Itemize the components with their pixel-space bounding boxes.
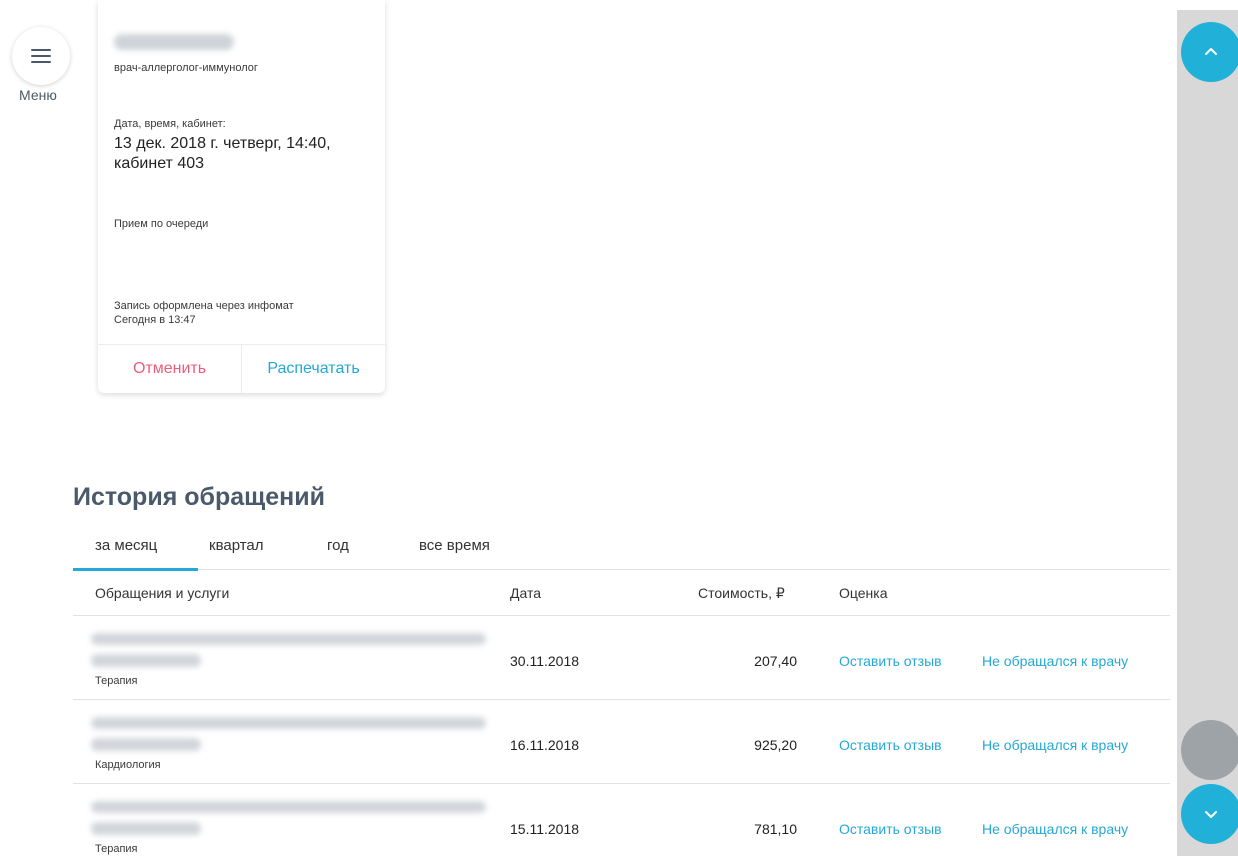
column-cost: Стоимость, ₽ [698, 585, 785, 601]
queue-text: Прием по очереди [114, 218, 209, 230]
booking-info: Запись оформлена через инфомат Сегодня в… [114, 299, 294, 327]
row-category: Терапия [95, 843, 138, 855]
leave-review-link[interactable]: Оставить отзыв [839, 653, 942, 669]
leave-review-link[interactable]: Оставить отзыв [839, 821, 942, 837]
table-header: Обращения и услуги Дата Стоимость, ₽ Оце… [73, 571, 1170, 616]
tab-month[interactable]: за месяц [73, 531, 198, 571]
history-title: История обращений [73, 483, 325, 511]
column-rating: Оценка [839, 585, 888, 601]
column-date: Дата [510, 585, 542, 601]
scroll-thumb[interactable] [1181, 720, 1238, 780]
row-cost: 925,20 [754, 737, 797, 753]
datetime-value: 13 дек. 2018 г. четверг, 14:40, кабинет … [114, 135, 331, 172]
chevron-down-icon [1205, 811, 1217, 818]
booked-time: Сегодня в 13:47 [114, 314, 196, 326]
row-cost: 207,40 [754, 653, 797, 669]
table-row: Кардиология 16.11.2018 925,20 Оставить о… [73, 700, 1170, 784]
scroll-down-button[interactable] [1181, 784, 1238, 844]
row-category: Кардиология [95, 759, 161, 771]
row-date: 30.11.2018 [510, 653, 580, 669]
table-row: Терапия 30.11.2018 207,40 Оставить отзыв… [73, 616, 1170, 700]
chevron-up-icon [1205, 48, 1217, 55]
row-date: 15.11.2018 [510, 821, 580, 837]
datetime-label: Дата, время, кабинет: [114, 118, 226, 130]
menu-label: Меню [19, 87, 57, 103]
column-services: Обращения и услуги [95, 585, 230, 601]
service-name-redacted [91, 717, 486, 729]
tab-year[interactable]: год [327, 531, 349, 570]
service-name-redacted [91, 801, 486, 813]
service-name-redacted [91, 633, 486, 645]
not-visited-link[interactable]: Не обращался к врачу [982, 653, 1128, 669]
appointment-card: врач-аллерголог-иммунолог Дата, время, к… [98, 0, 385, 393]
row-cost: 781,10 [754, 821, 797, 837]
table-row: Терапия 15.11.2018 781,10 Оставить отзыв… [73, 784, 1170, 856]
not-visited-link[interactable]: Не обращался к врачу [982, 737, 1128, 753]
row-date: 16.11.2018 [510, 737, 580, 753]
history-tabs: за месяц квартал год все время [73, 531, 1170, 571]
hamburger-icon [31, 49, 51, 63]
tab-all-time[interactable]: все время [419, 531, 490, 570]
doctor-name-redacted [91, 654, 201, 667]
menu-button[interactable] [12, 27, 70, 85]
leave-review-link[interactable]: Оставить отзыв [839, 737, 942, 753]
scroll-up-button[interactable] [1181, 22, 1238, 82]
booked-via: Запись оформлена через инфомат [114, 300, 294, 312]
doctor-name-redacted [114, 34, 234, 50]
row-category: Терапия [95, 675, 138, 687]
doctor-specialty: врач-аллерголог-иммунолог [114, 62, 258, 74]
doctor-name-redacted [91, 738, 201, 751]
doctor-name-redacted [91, 822, 201, 835]
not-visited-link[interactable]: Не обращался к врачу [982, 821, 1128, 837]
tab-quarter[interactable]: квартал [209, 531, 264, 570]
card-actions: Отменить Распечатать [98, 344, 385, 393]
page: Меню врач-аллерголог-иммунолог Дата, вре… [0, 0, 1238, 856]
cancel-button[interactable]: Отменить [98, 345, 242, 393]
print-button[interactable]: Распечатать [242, 345, 385, 393]
